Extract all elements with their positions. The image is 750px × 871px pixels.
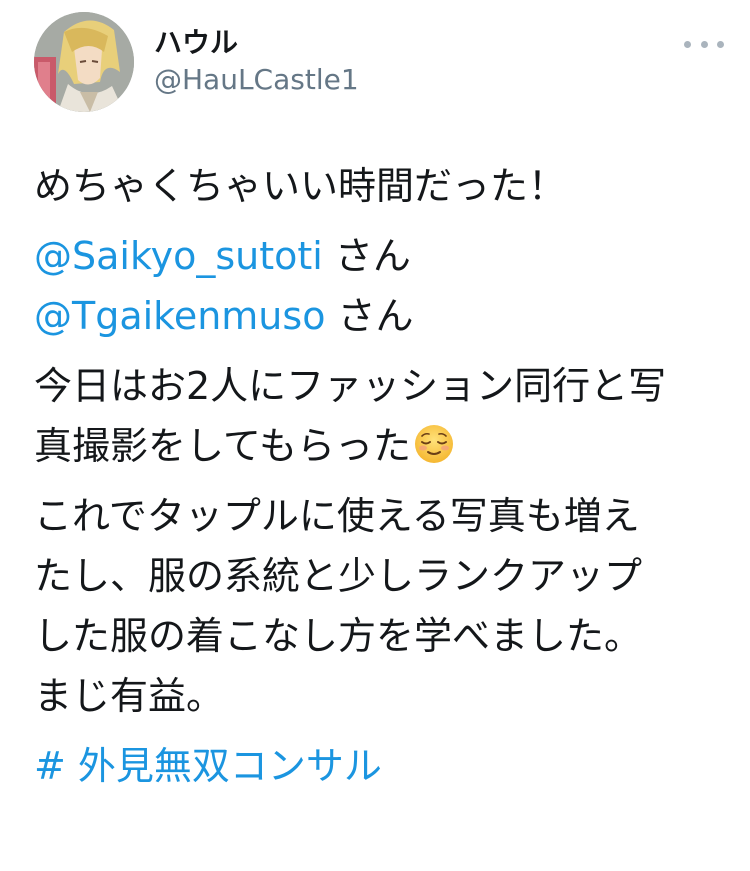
tweet-line: 今日はお2人にファッション同行と写 xyxy=(34,364,667,408)
mention-link[interactable]: @Saikyo_sutoti xyxy=(34,234,323,278)
tweet-line: めちゃくちゃいい時間だった！ xyxy=(34,164,567,208)
hashtag-link[interactable]: # 外見無双コンサル xyxy=(34,736,724,796)
tweet-line: これでタップルに使える写真も増え xyxy=(34,494,640,538)
more-dots-icon[interactable] xyxy=(684,32,724,56)
tweet-card: ハウル @HauLCastle1 めちゃくちゃいい時間だった！ @Saikyo_… xyxy=(0,0,750,871)
mention-suffix: さん xyxy=(325,294,414,338)
mention-line: @Tgaikenmuso さん xyxy=(34,286,724,346)
hashtag-paragraph: # 外見無双コンサル xyxy=(34,736,724,796)
avatar-image xyxy=(34,12,134,112)
tweet-paragraph: 今日はお2人にファッション同行と写 真撮影をしてもらった xyxy=(34,356,724,476)
tweet-header: ハウル @HauLCastle1 xyxy=(34,12,724,112)
mentions-paragraph: @Saikyo_sutoti さん @Tgaikenmuso さん xyxy=(34,226,724,346)
mention-suffix: さん xyxy=(322,234,411,278)
relieved-face-emoji xyxy=(414,425,453,463)
tweet-line-text: 真撮影をしてもらった xyxy=(34,424,411,468)
tweet-paragraph: めちゃくちゃいい時間だった！ xyxy=(34,156,724,216)
dot xyxy=(700,40,708,48)
mention-link[interactable]: @Tgaikenmuso xyxy=(34,294,325,338)
tweet-line: 真撮影をしてもらった xyxy=(34,416,724,476)
tweet-line: たし、服の系統と少しランクアップ xyxy=(34,554,643,598)
user-names: ハウル @HauLCastle1 xyxy=(154,26,359,98)
user-handle[interactable]: @HauLCastle1 xyxy=(154,62,359,98)
mention-line: @Saikyo_sutoti さん xyxy=(34,226,724,286)
dot xyxy=(717,40,724,48)
display-name[interactable]: ハウル xyxy=(154,26,359,60)
tweet-line: した服の着こなし方を学べました。 xyxy=(34,614,643,658)
tweet-line: まじ有益。 xyxy=(34,674,225,718)
tweet-text: めちゃくちゃいい時間だった！ @Saikyo_sutoti さん @Tgaike… xyxy=(34,156,724,806)
avatar[interactable] xyxy=(34,12,134,112)
tweet-paragraph: これでタップルに使える写真も増え たし、服の系統と少しランクアップ した服の着こ… xyxy=(34,486,724,726)
dot xyxy=(684,40,691,48)
